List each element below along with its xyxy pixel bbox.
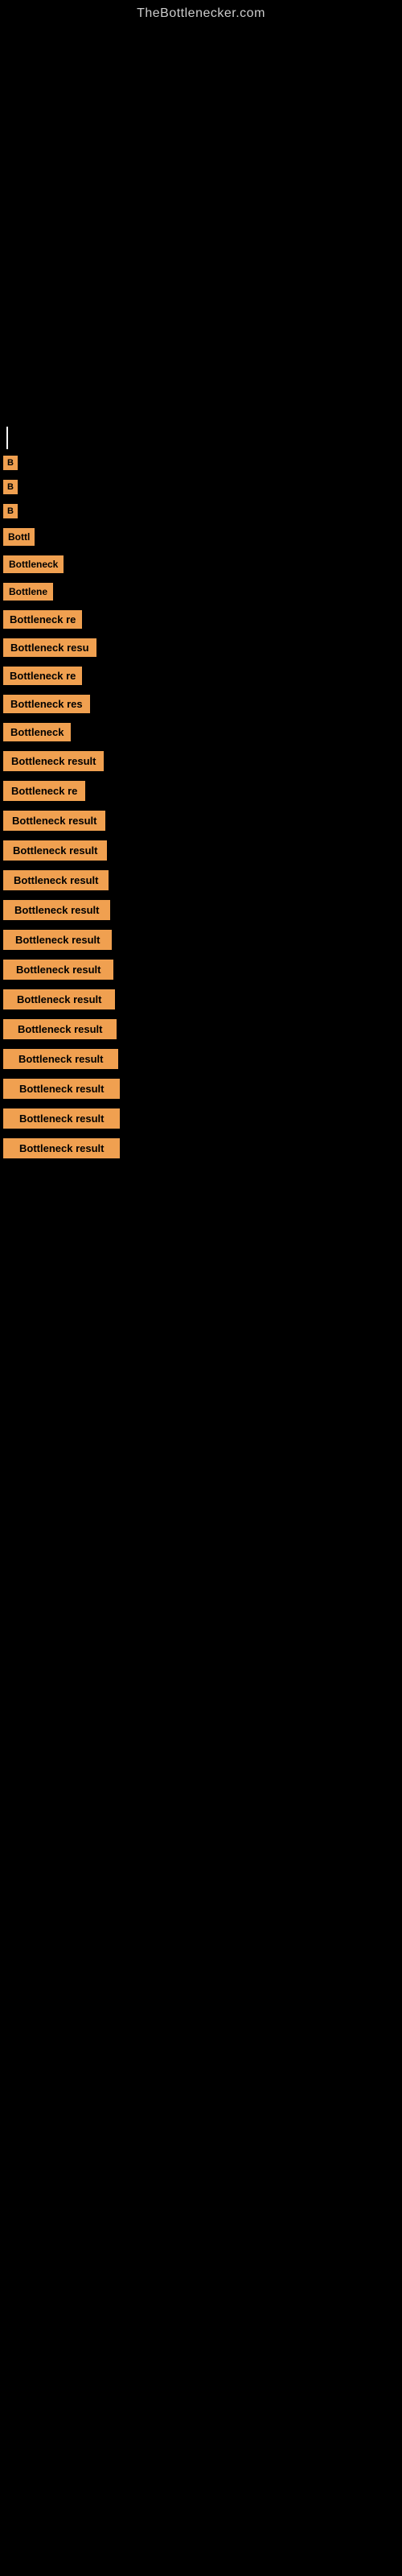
bottleneck-result-label: Bottleneck — [3, 555, 64, 573]
list-item: Bottleneck result — [0, 985, 402, 1014]
list-item: Bottleneck result — [0, 955, 402, 985]
bottleneck-result-label: B — [3, 456, 18, 470]
list-item: Bottleneck result — [0, 806, 402, 836]
bottleneck-result-label: Bottl — [3, 528, 35, 546]
list-item: Bottleneck re — [0, 776, 402, 806]
bottleneck-result-label: Bottleneck result — [3, 1079, 120, 1099]
list-item: Bottleneck result — [0, 746, 402, 776]
bottleneck-result-label: B — [3, 480, 18, 494]
list-item: Bottleneck result — [0, 1014, 402, 1044]
bottleneck-result-label: Bottleneck result — [3, 751, 104, 771]
cursor-line — [6, 427, 8, 449]
bottleneck-list: BBBBottlBottleneckBottleneBottleneck reB… — [0, 451, 402, 1163]
bottleneck-result-label: Bottleneck resu — [3, 638, 96, 657]
bottleneck-result-label: Bottleneck result — [3, 900, 110, 920]
list-item: Bottleneck result — [0, 925, 402, 955]
list-item: Bottleneck re — [0, 662, 402, 690]
list-item: B — [0, 451, 402, 475]
list-item: Bottleneck result — [0, 895, 402, 925]
bottleneck-result-label: Bottleneck — [3, 723, 71, 741]
list-item: Bottl — [0, 523, 402, 551]
list-item: Bottleneck result — [0, 1104, 402, 1133]
list-item: B — [0, 475, 402, 499]
bottleneck-result-label: Bottleneck result — [3, 1019, 117, 1039]
list-item: Bottleneck result — [0, 865, 402, 895]
list-item: B — [0, 499, 402, 523]
list-item: Bottleneck res — [0, 690, 402, 718]
bottleneck-result-label: Bottleneck result — [3, 1108, 120, 1129]
top-section — [0, 24, 402, 427]
list-item: Bottleneck result — [0, 1044, 402, 1074]
bottleneck-result-label: Bottleneck result — [3, 960, 113, 980]
bottleneck-result-label: Bottleneck result — [3, 989, 115, 1009]
bottleneck-result-label: Bottleneck re — [3, 610, 82, 629]
list-item: Bottleneck result — [0, 836, 402, 865]
bottleneck-result-label: Bottleneck result — [3, 870, 109, 890]
bottleneck-result-label: Bottlene — [3, 583, 53, 601]
bottleneck-result-label: Bottleneck res — [3, 695, 90, 713]
bottleneck-result-label: Bottleneck re — [3, 781, 85, 801]
list-item: Bottleneck result — [0, 1074, 402, 1104]
site-title: TheBottlenecker.com — [0, 0, 402, 24]
bottleneck-result-label: Bottleneck re — [3, 667, 82, 685]
bottleneck-result-label: B — [3, 504, 18, 518]
list-item: Bottleneck — [0, 718, 402, 746]
list-item: Bottleneck result — [0, 1133, 402, 1163]
bottleneck-result-label: Bottleneck result — [3, 811, 105, 831]
bottleneck-result-label: Bottleneck result — [3, 930, 112, 950]
bottleneck-result-label: Bottleneck result — [3, 1138, 120, 1158]
bottleneck-result-label: Bottleneck result — [3, 840, 107, 861]
bottleneck-result-label: Bottleneck result — [3, 1049, 118, 1069]
list-item: Bottleneck — [0, 551, 402, 578]
list-item: Bottleneck resu — [0, 634, 402, 662]
list-item: Bottlene — [0, 578, 402, 605]
list-item: Bottleneck re — [0, 605, 402, 634]
